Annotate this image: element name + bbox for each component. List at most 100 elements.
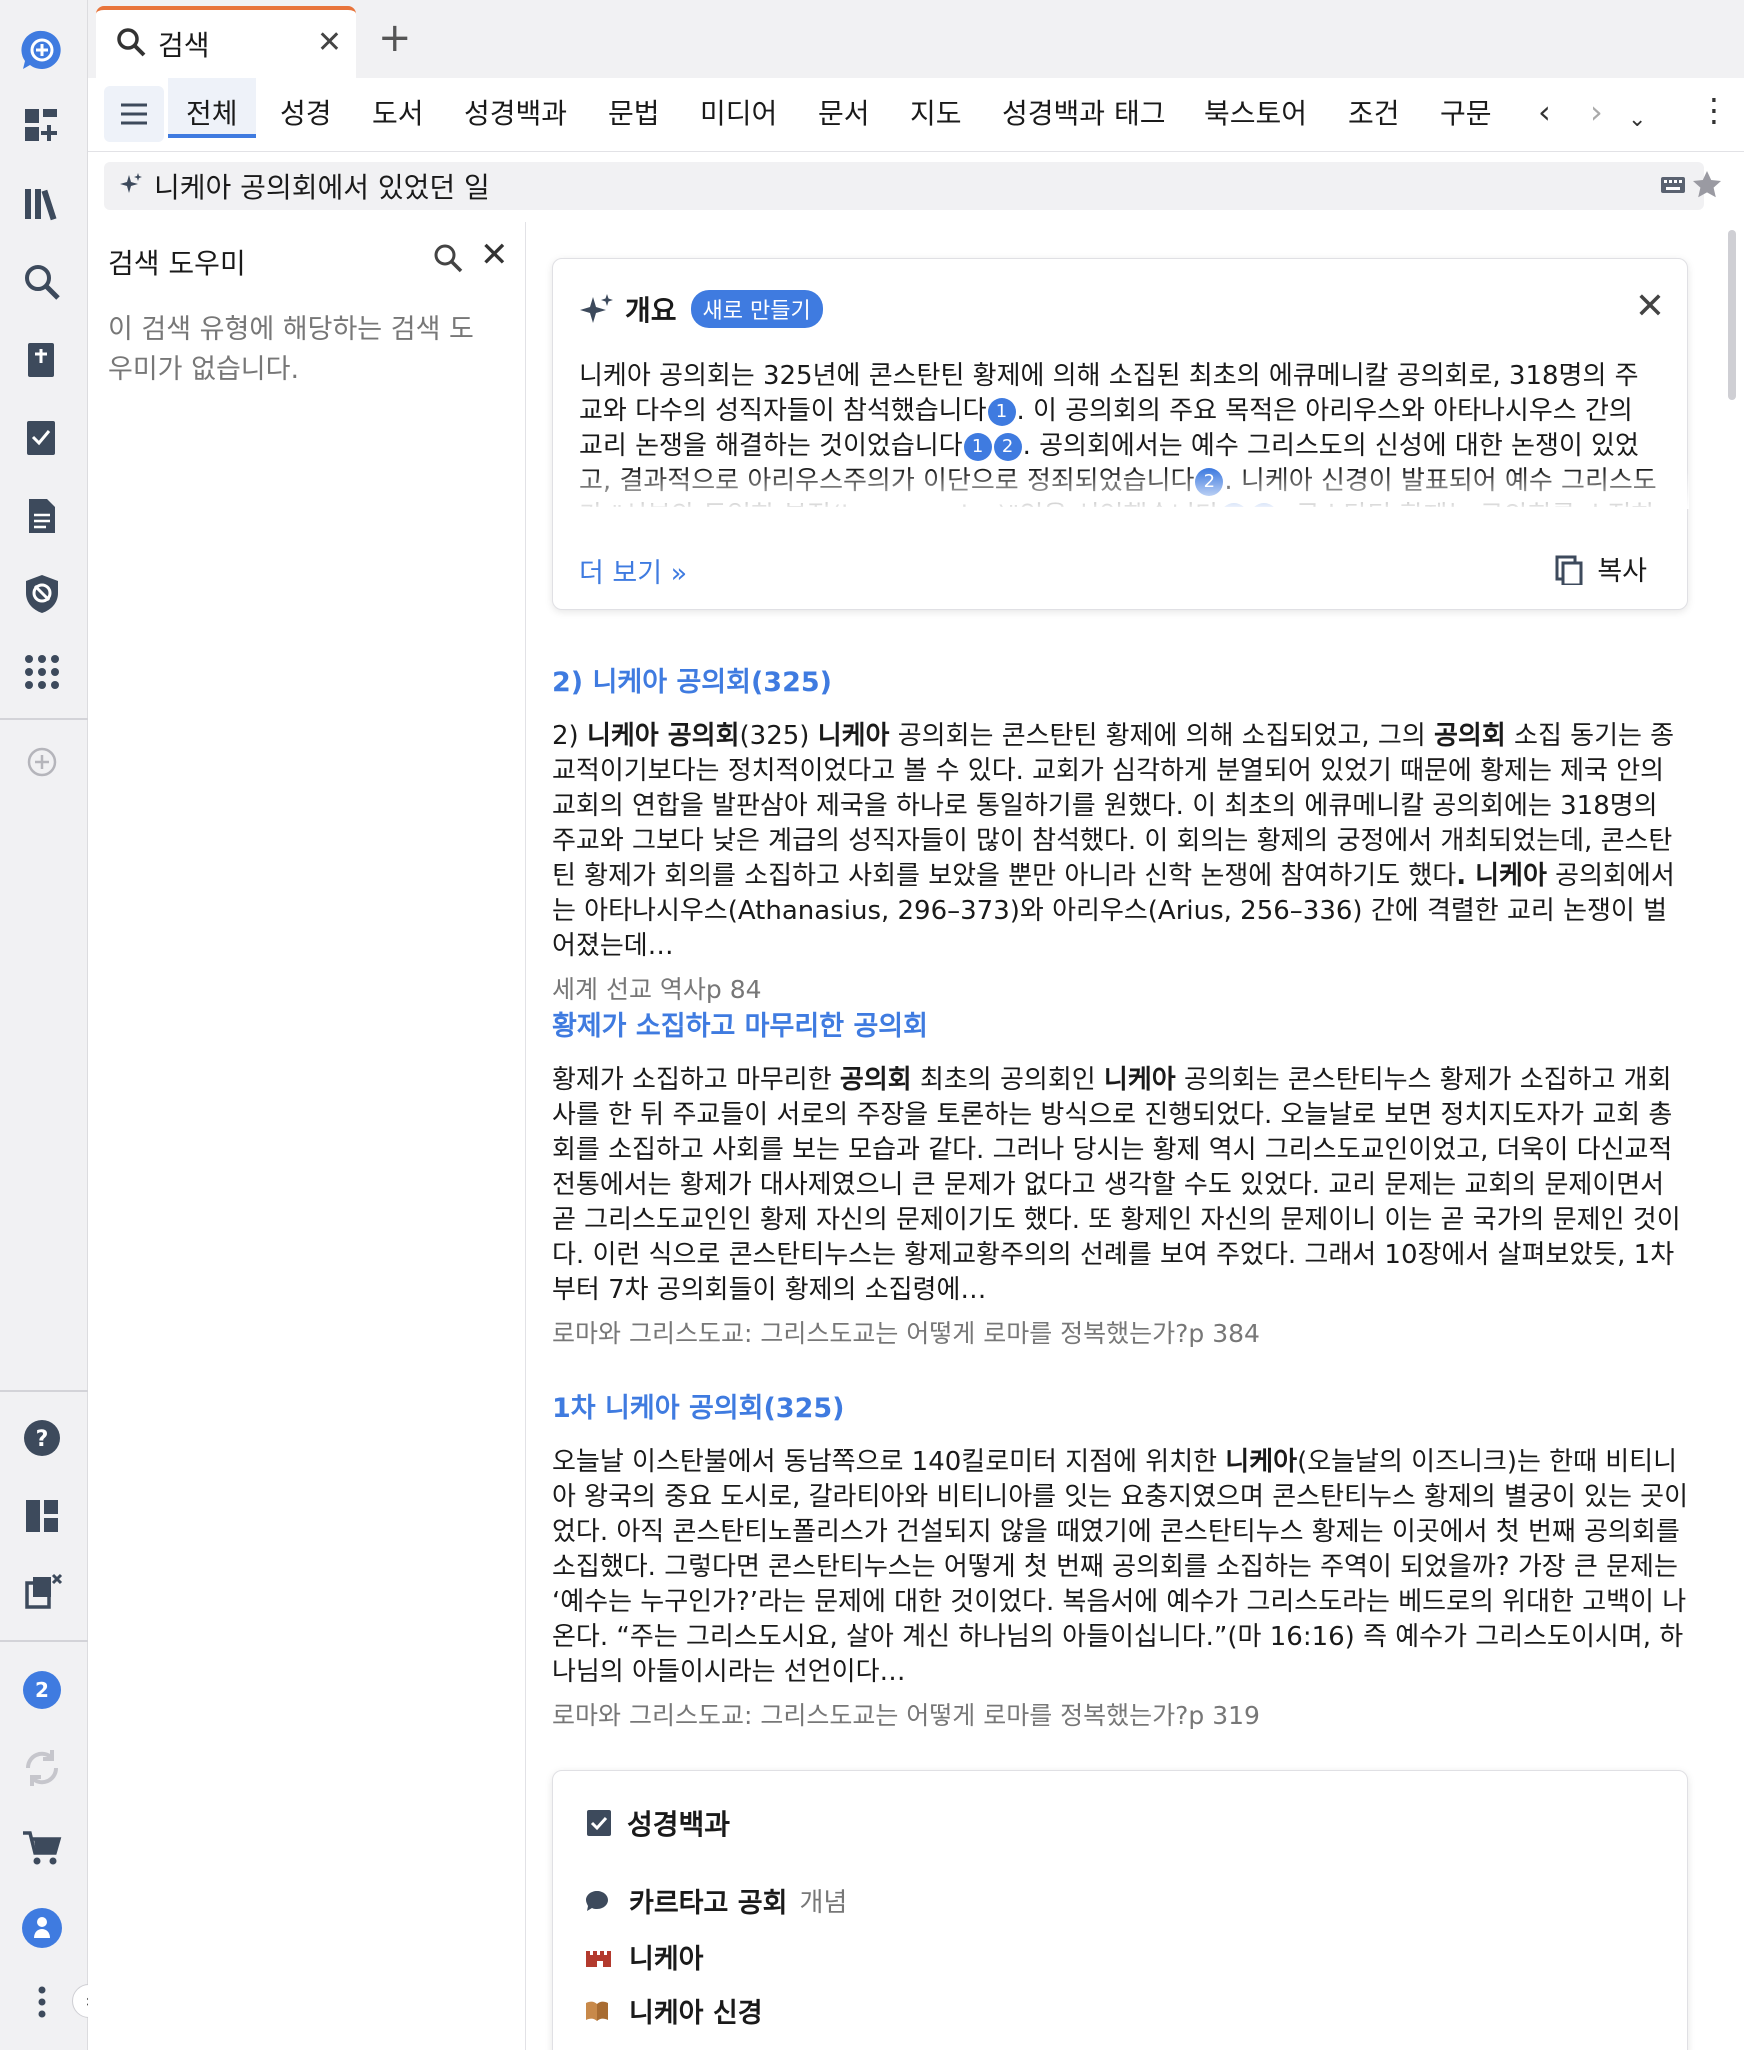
- overview-fade: [553, 469, 1689, 509]
- tab-strip: 검색 ✕ +: [88, 0, 1744, 78]
- new-tab-button[interactable]: +: [378, 18, 412, 58]
- tab-grammar[interactable]: 문법: [608, 92, 660, 152]
- search-icon: [114, 25, 148, 63]
- citation-marker[interactable]: 1: [987, 397, 1016, 426]
- result-source[interactable]: 세계 선교 역사p 84: [552, 970, 1688, 1006]
- snippet-text: (325): [739, 721, 818, 751]
- encyclopedia-card: 성경백과 카르타고 공회 개념 니케아 니케아 신경: [552, 1770, 1688, 2050]
- search-icon[interactable]: [14, 254, 70, 310]
- cart-icon[interactable]: [14, 1820, 70, 1876]
- highlight-term: . 니케아: [1456, 861, 1547, 891]
- close-panels-icon[interactable]: [14, 1564, 70, 1620]
- helper-search-icon[interactable]: [432, 242, 464, 274]
- encyclopedia-item[interactable]: 니케아: [583, 1937, 704, 1976]
- result-item: 2) 니케아 공의회(325) 2) 니케아 공의회(325) 니케아 공의회는…: [552, 660, 1688, 1006]
- result-title[interactable]: 1차 니케아 공의회(325): [552, 1386, 1688, 1425]
- helper-close-icon[interactable]: ✕: [480, 238, 509, 272]
- tab-encyclopedia[interactable]: 성경백과: [464, 92, 567, 152]
- result-title[interactable]: 2) 니케아 공의회(325): [552, 660, 1688, 699]
- results-scrollbar[interactable]: [1728, 230, 1736, 400]
- snippet-text: 최초의 공의회인: [911, 1065, 1104, 1095]
- app-logo-icon[interactable]: [14, 22, 70, 78]
- sync-icon[interactable]: [14, 1740, 70, 1796]
- highlight-term: 니케아: [1103, 1065, 1176, 1095]
- helper-title: 검색 도우미: [108, 247, 246, 280]
- tab-all[interactable]: 전체: [168, 78, 256, 138]
- result-item: 1차 니케아 공의회(325) 오늘날 이스탄불에서 동남쪽으로 140킬로미터…: [552, 1386, 1688, 1732]
- overview-card: 개요 새로 만들기 ✕ 니케아 공의회는 325년에 콘스탄틴 황제에 의해 소…: [552, 258, 1689, 610]
- tab-media[interactable]: 미디어: [700, 92, 777, 152]
- encyclopedia-item[interactable]: 니케아 신경: [583, 1991, 763, 2030]
- result-source[interactable]: 로마와 그리스도교: 그리스도교는 어떻게 로마를 정복했는가?p 384: [552, 1314, 1688, 1350]
- menu-button[interactable]: [104, 86, 164, 142]
- bible-icon[interactable]: [14, 332, 70, 388]
- highlight-term: 공의회: [1434, 721, 1506, 751]
- tab-books[interactable]: 도서: [372, 92, 424, 152]
- encyclopedia-item-kind: 개념: [799, 1888, 848, 1918]
- more-options-icon[interactable]: ⋮: [1698, 94, 1730, 126]
- tab-maps[interactable]: 지도: [910, 92, 962, 152]
- shield-icon[interactable]: [14, 566, 70, 622]
- tab-phrases[interactable]: 구문: [1440, 92, 1492, 152]
- highlight-term: 니케아: [817, 721, 890, 751]
- favorite-star-icon[interactable]: [1690, 168, 1724, 202]
- keyboard-icon[interactable]: [1660, 174, 1686, 196]
- tab-bible[interactable]: 성경: [280, 92, 332, 152]
- tab-conditions[interactable]: 조건: [1348, 92, 1400, 152]
- result-snippet: 오늘날 이스탄불에서 동남쪽으로 140킬로미터 지점에 위치한 니케아(오늘날…: [552, 1445, 1688, 1690]
- checklist-icon[interactable]: [14, 410, 70, 466]
- result-item: 황제가 소집하고 마무리한 공의회 황제가 소집하고 마무리한 공의회 최초의 …: [552, 1004, 1688, 1350]
- highlight-term: 공의회: [839, 1065, 912, 1095]
- encyclopedia-icon: [587, 1810, 611, 1836]
- citation-marker[interactable]: 1: [963, 432, 992, 461]
- search-helper-panel: 검색 도우미 ✕ 이 검색 유형에 해당하는 검색 도우미가 없습니다.: [88, 222, 526, 2050]
- sync-count: 2: [23, 1671, 61, 1709]
- encyclopedia-item-name: 니케아: [629, 1944, 704, 1975]
- regenerate-button[interactable]: 새로 만들기: [690, 290, 823, 328]
- search-input[interactable]: 니케아 공의회에서 있었던 일: [104, 162, 1704, 210]
- citation-marker[interactable]: 2: [993, 432, 1022, 461]
- help-icon[interactable]: ?: [14, 1410, 70, 1466]
- add-circle-icon[interactable]: [14, 734, 70, 790]
- tab-close-icon[interactable]: ✕: [317, 28, 342, 58]
- overview-title: 개요: [625, 294, 677, 327]
- snippet-text: (오늘날의 이즈니크)는 한때 비티니아 왕국의 중요 도시로, 갈라티아와 비…: [552, 1447, 1689, 1687]
- show-more-link[interactable]: 더 보기 »: [579, 551, 687, 590]
- account-icon[interactable]: [14, 1900, 70, 1956]
- hamburger-icon: [121, 103, 147, 125]
- search-query: 니케아 공의회에서 있었던 일: [154, 171, 490, 204]
- castle-icon: [586, 1950, 611, 1967]
- scroll-left-icon[interactable]: ‹: [1538, 96, 1551, 128]
- dashboard-add-icon[interactable]: [14, 98, 70, 154]
- encyclopedia-item-name: 카르타고 공회: [629, 1888, 788, 1919]
- library-icon[interactable]: [14, 176, 70, 232]
- copy-button[interactable]: 복사: [1553, 549, 1647, 588]
- snippet-text: 황제가 소집하고 마무리한: [552, 1065, 840, 1095]
- encyclopedia-item-name: 니케아 신경: [629, 1998, 763, 2029]
- more-vertical-icon[interactable]: [14, 1974, 70, 2030]
- layout-icon[interactable]: [14, 1488, 70, 1544]
- highlight-term: 니케아: [1225, 1447, 1298, 1477]
- tab-title: 검색: [158, 29, 210, 62]
- helper-empty-message: 이 검색 유형에 해당하는 검색 도우미가 없습니다.: [108, 314, 474, 385]
- scroll-right-icon[interactable]: ›: [1590, 96, 1603, 128]
- apps-grid-icon[interactable]: [14, 644, 70, 700]
- highlight-term: 니케아 공의회: [586, 721, 740, 751]
- document-icon[interactable]: [14, 488, 70, 544]
- snippet-text: 공의회는 콘스탄티누스 황제가 소집하고 개회사를 한 뒤 주교들이 서로의 주…: [552, 1065, 1681, 1305]
- tab-encyclopedia-tags[interactable]: 성경백과 태그: [1002, 92, 1165, 152]
- result-snippet: 황제가 소집하고 마무리한 공의회 최초의 공의회인 니케아 공의회는 콘스탄티…: [552, 1063, 1688, 1308]
- overview-close-icon[interactable]: ✕: [1635, 289, 1665, 325]
- sync-badge[interactable]: 2: [14, 1662, 70, 1718]
- snippet-text: 2): [552, 721, 587, 751]
- chevron-down-icon[interactable]: ⌄: [1628, 104, 1646, 136]
- tab-documents[interactable]: 문서: [818, 92, 870, 152]
- copy-icon: [1555, 555, 1583, 585]
- category-bar: 전체 성경 도서 성경백과 문법 미디어 문서 지도 성경백과 태그 북스토어 …: [88, 78, 1744, 152]
- tab-search[interactable]: 검색 ✕: [96, 6, 356, 78]
- search-results: 개요 새로 만들기 ✕ 니케아 공의회는 325년에 콘스탄틴 황제에 의해 소…: [528, 222, 1728, 2050]
- tab-bookstore[interactable]: 북스토어: [1204, 92, 1307, 152]
- encyclopedia-item[interactable]: 카르타고 공회 개념: [583, 1881, 847, 1920]
- result-title[interactable]: 황제가 소집하고 마무리한 공의회: [552, 1004, 1688, 1043]
- result-source[interactable]: 로마와 그리스도교: 그리스도교는 어떻게 로마를 정복했는가?p 319: [552, 1696, 1688, 1732]
